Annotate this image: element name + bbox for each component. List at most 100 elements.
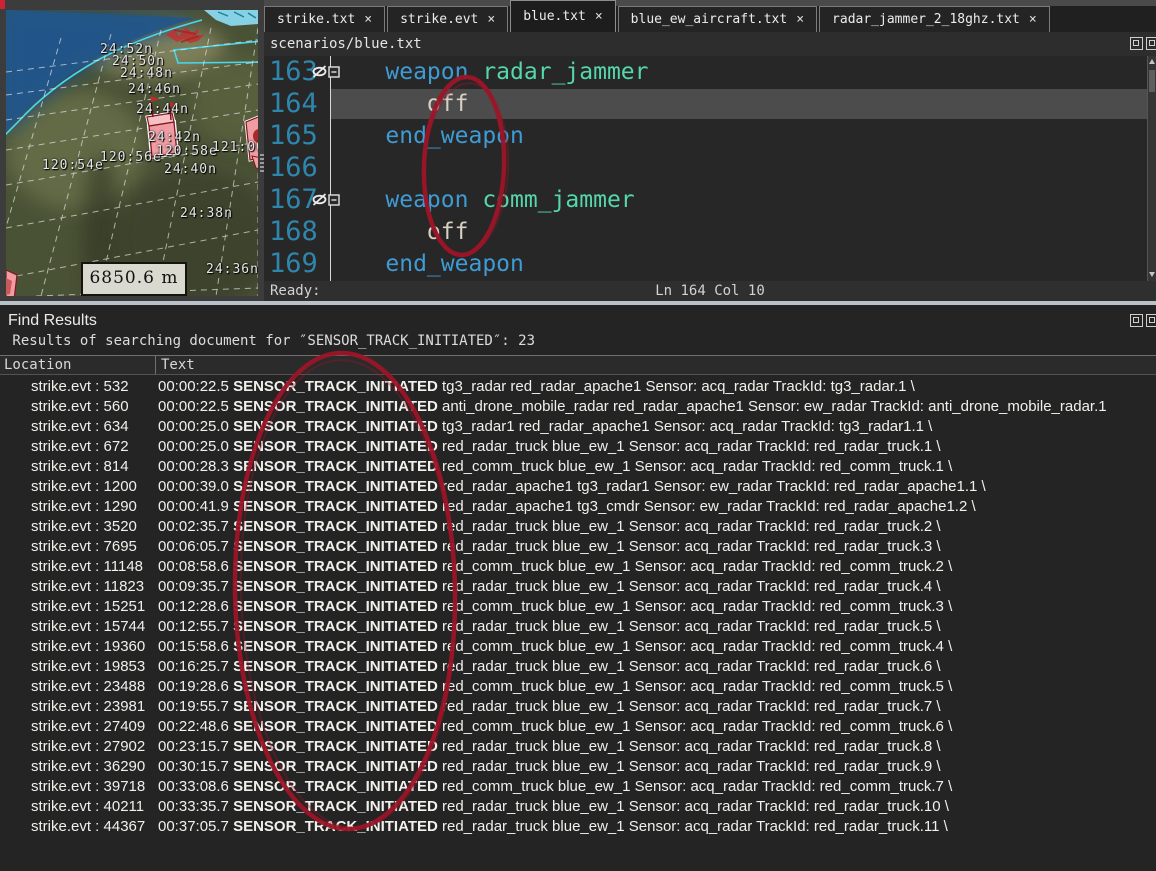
tab-label: blue.txt <box>523 9 586 24</box>
result-row[interactable]: strike.evt : 56000:00:22.5 SENSOR_TRACK_… <box>0 397 1156 417</box>
application-window: 24:52n 24:50n 24:48n 24:46n 24:44n 24:42… <box>0 0 1156 871</box>
result-location: strike.evt : 44367 <box>0 817 158 837</box>
scroll-down-icon[interactable] <box>1148 269 1156 281</box>
code-text: weapon comm_jammer <box>330 184 1148 216</box>
code-line-163[interactable]: 163 weapon radar_jammer <box>264 56 1148 88</box>
lat-label: 24:42n <box>148 130 201 145</box>
scrollbar-thumb[interactable] <box>1149 70 1155 92</box>
fold-collapse-icon[interactable] <box>328 63 340 82</box>
result-location: strike.evt : 36290 <box>0 757 158 777</box>
tab-close-icon[interactable]: × <box>595 9 603 24</box>
code-text: off <box>330 88 1148 120</box>
result-text: 00:23:15.7 SENSOR_TRACK_INITIATED red_ra… <box>158 737 1156 757</box>
result-row[interactable]: strike.evt : 1182300:09:35.7 SENSOR_TRAC… <box>0 577 1156 597</box>
result-text: 00:33:08.6 SENSOR_TRACK_INITIATED red_co… <box>158 777 1156 797</box>
result-location: strike.evt : 15744 <box>0 617 158 637</box>
tab-radar_jammer_2_18ghz.txt[interactable]: radar_jammer_2_18ghz.txt × <box>819 6 1050 32</box>
result-location: strike.evt : 532 <box>0 377 158 397</box>
float-panel-icon[interactable] <box>1130 314 1143 327</box>
result-text: 00:16:25.7 SENSOR_TRACK_INITIATED red_ra… <box>158 657 1156 677</box>
lon-label: 120:54e <box>42 158 104 173</box>
line-number: 163 <box>264 56 318 88</box>
result-row[interactable]: strike.evt : 352000:02:35.7 SENSOR_TRACK… <box>0 517 1156 537</box>
map-scale-indicator: 6850.6 m <box>81 262 187 296</box>
tab-bar: strike.txt×strike.evt×blue.txt×blue_ew_a… <box>264 0 1156 32</box>
code-line-164[interactable]: 164 off <box>264 88 1148 120</box>
column-header-location[interactable]: Location <box>0 356 156 374</box>
result-row[interactable]: strike.evt : 4436700:37:05.7 SENSOR_TRAC… <box>0 817 1156 837</box>
hidden-eye-icon[interactable] <box>312 63 327 82</box>
result-row[interactable]: strike.evt : 2398100:19:55.7 SENSOR_TRAC… <box>0 697 1156 717</box>
tab-close-icon[interactable]: × <box>1029 12 1037 27</box>
tab-blue_ew_aircraft.txt[interactable]: blue_ew_aircraft.txt× <box>618 6 817 32</box>
result-location: strike.evt : 3520 <box>0 517 158 537</box>
result-text: 00:06:05.7 SENSOR_TRACK_INITIATED red_ra… <box>158 537 1156 557</box>
result-text: 00:02:35.7 SENSOR_TRACK_INITIATED red_ra… <box>158 517 1156 537</box>
result-row[interactable]: strike.evt : 129000:00:41.9 SENSOR_TRACK… <box>0 497 1156 517</box>
hidden-eye-icon[interactable] <box>312 191 327 210</box>
tab-close-icon[interactable]: × <box>364 12 372 27</box>
result-text: 00:33:35.7 SENSOR_TRACK_INITIATED red_ra… <box>158 797 1156 817</box>
editor-scrollbar[interactable] <box>1147 56 1156 281</box>
result-row[interactable]: strike.evt : 1936000:15:58.6 SENSOR_TRAC… <box>0 637 1156 657</box>
gutter-cell: 164 <box>264 88 330 120</box>
code-line-167[interactable]: 167 weapon comm_jammer <box>264 184 1148 216</box>
tab-label: radar_jammer_2_18ghz.txt <box>832 12 1020 27</box>
tab-strike.txt[interactable]: strike.txt× <box>264 6 385 32</box>
result-location: strike.evt : 11823 <box>0 577 158 597</box>
fold-collapse-icon[interactable] <box>328 191 340 210</box>
line-number: 167 <box>264 184 318 216</box>
result-row[interactable]: strike.evt : 1985300:16:25.7 SENSOR_TRAC… <box>0 657 1156 677</box>
result-row[interactable]: strike.evt : 4021100:33:35.7 SENSOR_TRAC… <box>0 797 1156 817</box>
results-column-header: Location Text <box>0 355 1156 375</box>
result-row[interactable]: strike.evt : 3971800:33:08.6 SENSOR_TRAC… <box>0 777 1156 797</box>
code-line-166[interactable]: 166 <box>264 152 1148 184</box>
code-line-165[interactable]: 165 end_weapon <box>264 120 1148 152</box>
result-row[interactable]: strike.evt : 2740900:22:48.6 SENSOR_TRAC… <box>0 717 1156 737</box>
column-header-text[interactable]: Text <box>156 356 1156 374</box>
result-row[interactable]: strike.evt : 1525100:12:28.6 SENSOR_TRAC… <box>0 597 1156 617</box>
result-row[interactable]: strike.evt : 2348800:19:28.6 SENSOR_TRAC… <box>0 677 1156 697</box>
tab-strike.evt[interactable]: strike.evt× <box>387 6 508 32</box>
tab-close-icon[interactable]: × <box>796 12 804 27</box>
find-results-title: Find Results <box>8 312 97 330</box>
result-row[interactable]: strike.evt : 1574400:12:55.7 SENSOR_TRAC… <box>0 617 1156 637</box>
result-text: 00:19:55.7 SENSOR_TRACK_INITIATED red_ra… <box>158 697 1156 717</box>
lat-label: 24:48n <box>120 66 173 81</box>
result-text: 00:09:35.7 SENSOR_TRACK_INITIATED red_ra… <box>158 577 1156 597</box>
result-text: 00:30:15.7 SENSOR_TRACK_INITIATED red_ra… <box>158 757 1156 777</box>
result-location: strike.evt : 15251 <box>0 597 158 617</box>
tab-close-icon[interactable]: × <box>487 12 495 27</box>
close-panel-icon[interactable] <box>1146 314 1156 327</box>
close-panel-icon[interactable] <box>1146 37 1156 50</box>
result-row[interactable]: strike.evt : 769500:06:05.7 SENSOR_TRACK… <box>0 537 1156 557</box>
lat-label: 24:44n <box>136 102 189 117</box>
gutter-cell: 167 <box>264 184 330 216</box>
result-row[interactable]: strike.evt : 120000:00:39.0 SENSOR_TRACK… <box>0 477 1156 497</box>
scroll-up-icon[interactable] <box>1148 56 1156 68</box>
editor-panel: strike.txt×strike.evt×blue.txt×blue_ew_a… <box>264 0 1156 301</box>
line-number: 164 <box>264 88 318 120</box>
code-text: weapon radar_jammer <box>330 56 1148 88</box>
code-text <box>330 152 1148 184</box>
code-editor[interactable]: 163 weapon radar_jammer164 off165 end_we… <box>264 56 1148 281</box>
result-row[interactable]: strike.evt : 63400:00:25.0 SENSOR_TRACK_… <box>0 417 1156 437</box>
result-text: 00:00:22.5 SENSOR_TRACK_INITIATED tg3_ra… <box>158 377 1156 397</box>
result-location: strike.evt : 11148 <box>0 557 158 577</box>
result-row[interactable]: strike.evt : 53200:00:22.5 SENSOR_TRACK_… <box>0 377 1156 397</box>
result-text: 00:19:28.6 SENSOR_TRACK_INITIATED red_co… <box>158 677 1156 697</box>
lat-label: 24:46n <box>128 82 181 97</box>
result-row[interactable]: strike.evt : 67200:00:25.0 SENSOR_TRACK_… <box>0 437 1156 457</box>
result-row[interactable]: strike.evt : 81400:00:28.3 SENSOR_TRACK_… <box>0 457 1156 477</box>
result-location: strike.evt : 672 <box>0 437 158 457</box>
code-line-169[interactable]: 169 end_weapon <box>264 248 1148 280</box>
result-row[interactable]: strike.evt : 3629000:30:15.7 SENSOR_TRAC… <box>0 757 1156 777</box>
map-3d-view[interactable]: 24:52n 24:50n 24:48n 24:46n 24:44n 24:42… <box>6 10 258 296</box>
float-panel-icon[interactable] <box>1130 37 1143 50</box>
code-line-168[interactable]: 168 off <box>264 216 1148 248</box>
result-row[interactable]: strike.evt : 2790200:23:15.7 SENSOR_TRAC… <box>0 737 1156 757</box>
result-location: strike.evt : 814 <box>0 457 158 477</box>
tab-blue.txt[interactable]: blue.txt × <box>510 0 615 32</box>
result-text: 00:12:28.6 SENSOR_TRACK_INITIATED red_co… <box>158 597 1156 617</box>
result-row[interactable]: strike.evt : 1114800:08:58.6 SENSOR_TRAC… <box>0 557 1156 577</box>
